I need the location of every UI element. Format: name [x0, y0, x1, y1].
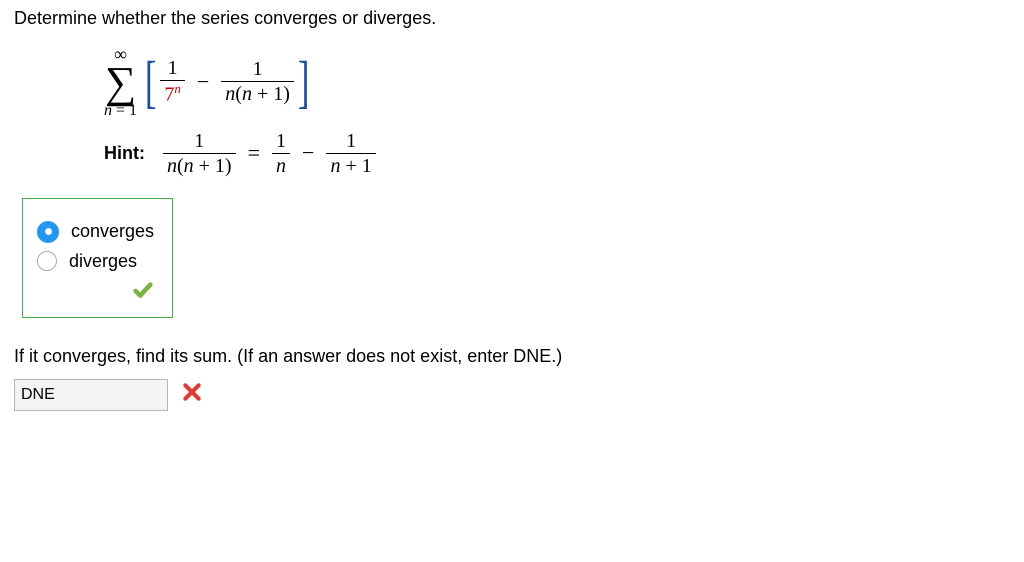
correct-check-icon: [37, 280, 154, 307]
radio-unselected-icon[interactable]: [37, 251, 57, 271]
radio-selected-icon[interactable]: [37, 221, 59, 243]
option-diverges-label: diverges: [69, 251, 137, 272]
bracket-close-icon: ]: [298, 59, 310, 105]
sigma-icon: ∑: [105, 63, 136, 103]
option-converges[interactable]: converges: [37, 221, 154, 243]
hint-rhs-fraction-2: 1 n + 1: [326, 129, 375, 178]
part2-prompt: If it converges, find its sum. (If an an…: [14, 346, 1010, 367]
series-expression: ∞ ∑ n = 1 [ 1 7n − 1 n(n + 1) ] Hint: 1 …: [14, 45, 1010, 178]
incorrect-x-icon: [182, 382, 202, 407]
equals-op: =: [248, 140, 260, 166]
hint-row: Hint: 1 n(n + 1) = 1 n − 1 n + 1: [104, 129, 1010, 178]
sigma-lower-limit: n = 1: [104, 103, 137, 119]
fraction-1: 1 7n: [160, 56, 185, 107]
option-diverges[interactable]: diverges: [37, 251, 154, 272]
sum-input[interactable]: [14, 379, 168, 411]
question-prompt: Determine whether the series converges o…: [14, 8, 1010, 29]
option-converges-label: converges: [71, 221, 154, 242]
hint-rhs-fraction-1: 1 n: [272, 129, 290, 178]
minus-op: −: [197, 69, 209, 95]
hint-lhs-fraction: 1 n(n + 1): [163, 129, 236, 178]
sigma-notation: ∞ ∑ n = 1: [104, 45, 137, 119]
fraction-2: 1 n(n + 1): [221, 57, 294, 106]
hint-label: Hint:: [104, 143, 145, 164]
bracket-open-icon: [: [145, 59, 157, 105]
minus-op-2: −: [302, 140, 314, 166]
answer-box: converges diverges: [22, 198, 173, 318]
